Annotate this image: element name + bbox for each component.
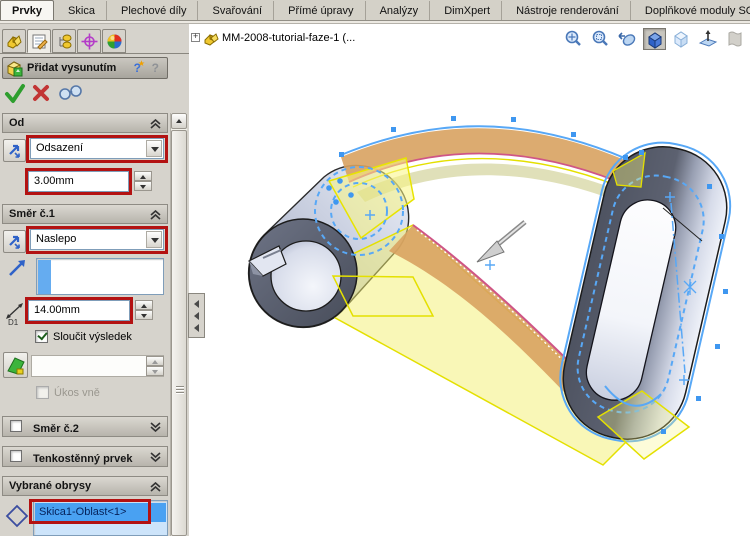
from-direction-button[interactable]: [3, 139, 26, 162]
section-label-from: Od: [9, 117, 25, 129]
previous-view-button[interactable]: [616, 28, 639, 50]
tab-nastroje-renderovani[interactable]: Nástroje renderování: [505, 1, 631, 20]
selected-contours-listbox[interactable]: Skica1-Oblast<1>: [33, 500, 168, 536]
depth-value-field[interactable]: 14.00mm: [28, 300, 130, 321]
section-view-button[interactable]: [697, 28, 720, 50]
contour-list-item[interactable]: Skica1-Oblast<1>: [35, 503, 166, 522]
spinner-up-icon[interactable]: [135, 300, 153, 310]
section-header-direction1[interactable]: Směr č.1: [2, 204, 168, 224]
part-icon: [203, 32, 220, 50]
collapse-left-icon: [194, 300, 199, 308]
depth-label: D1: [8, 318, 19, 327]
feature-manager-tab[interactable]: [2, 29, 26, 53]
tab-prime-upravy[interactable]: Přímé úpravy: [277, 1, 366, 20]
dimxpert-manager-tab[interactable]: [77, 29, 101, 53]
section-label-direction2: Směr č.2: [33, 423, 79, 435]
section-header-from[interactable]: Od: [2, 113, 168, 133]
collapse-icon[interactable]: [150, 119, 161, 129]
contour-select-icon: [5, 504, 29, 531]
spinner-down-icon: [146, 366, 164, 376]
help-star-icon: [138, 59, 145, 68]
collapse-icon[interactable]: [150, 210, 161, 220]
expand-icon[interactable]: [150, 422, 161, 432]
thin-feature-checkbox[interactable]: [10, 450, 22, 462]
scrollbar-grip: [176, 386, 184, 395]
heads-up-view-toolbar: [561, 28, 747, 52]
boss-extrude-icon: [6, 60, 24, 81]
configuration-manager-tab[interactable]: [52, 29, 76, 53]
sketch-cross: [485, 260, 495, 270]
display-style-button[interactable]: [670, 28, 693, 50]
merge-result-checkbox[interactable]: [35, 330, 48, 343]
section-label-selected-contours: Vybrané obrysy: [9, 480, 92, 492]
ribbon-tab-bar: Prvky Skica Plechové díly Svařování Přím…: [0, 0, 750, 21]
property-manager-actions: [0, 82, 168, 108]
direction-selection-listbox[interactable]: [36, 258, 164, 295]
collapse-left-icon: [194, 324, 199, 332]
realview-button: [724, 28, 747, 50]
dropdown-arrow-icon[interactable]: [146, 140, 162, 157]
end-condition-value: Naslepo: [36, 233, 77, 245]
tab-skica[interactable]: Skica: [57, 1, 107, 20]
model-3d-view[interactable]: [189, 24, 750, 536]
tab-doplnkove-moduly[interactable]: Doplňkové moduly SOLIDWO: [634, 1, 750, 20]
tab-analyzy[interactable]: Analýzy: [369, 1, 431, 20]
tree-expand-icon[interactable]: [191, 31, 200, 42]
tab-prvky[interactable]: Prvky: [0, 0, 54, 20]
spinner-down-icon[interactable]: [134, 181, 152, 191]
from-type-dropdown[interactable]: Odsazení: [30, 138, 164, 159]
help-icon[interactable]: [152, 61, 159, 75]
scrollbar-thumb[interactable]: [171, 130, 187, 536]
draft-angle-spinner: [146, 356, 164, 376]
scroll-up-button[interactable]: [171, 113, 187, 129]
view-orientation-button[interactable]: [642, 28, 666, 50]
section-label-direction1: Směr č.1: [9, 208, 55, 220]
section-header-thin-feature[interactable]: Tenkostěnný prvek: [2, 446, 168, 467]
manager-tabs-underline: [0, 53, 190, 54]
section-header-direction2[interactable]: Směr č.2: [2, 416, 168, 437]
drag-handle-arrow[interactable]: [476, 220, 527, 270]
section-header-selected-contours[interactable]: Vybrané obrysy: [2, 476, 168, 496]
draft-button[interactable]: [3, 352, 28, 378]
draft-outward-label: Úkos vně: [54, 387, 100, 399]
from-type-value: Odsazení: [36, 142, 84, 154]
panel-splitter-handle[interactable]: [188, 293, 205, 338]
spinner-down-icon[interactable]: [135, 310, 153, 320]
collapse-left-icon: [194, 312, 199, 320]
panel-scrollbar[interactable]: [170, 113, 187, 536]
display-manager-tab[interactable]: [102, 29, 126, 53]
dropdown-arrow-icon[interactable]: [146, 231, 162, 248]
direction2-checkbox[interactable]: [10, 420, 22, 432]
tab-svarovani[interactable]: Svařování: [202, 1, 275, 20]
spinner-up-icon: [146, 356, 164, 366]
section-label-thin-feature: Tenkostěnný prvek: [33, 453, 133, 465]
draft-outward-checkbox: [36, 386, 49, 399]
spinner-up-icon[interactable]: [134, 171, 152, 181]
cancel-button[interactable]: [32, 84, 50, 105]
tab-plechove-dily[interactable]: Plechové díly: [110, 1, 199, 20]
direction1-reverse-button[interactable]: [3, 230, 26, 253]
property-manager-tab[interactable]: [27, 29, 51, 53]
graphics-viewport[interactable]: MM-2008-tutorial-faze-1 (...: [189, 24, 750, 536]
end-condition-dropdown[interactable]: Naslepo: [30, 229, 164, 250]
zoom-to-fit-button[interactable]: [562, 28, 585, 50]
offset-distance-spinner[interactable]: [134, 171, 152, 192]
collapse-icon[interactable]: [150, 482, 161, 492]
direction-selection-highlight: [38, 260, 51, 294]
solidworks-window: Prvky Skica Plechové díly Svařování Přím…: [0, 0, 750, 536]
merge-result-label: Sloučit výsledek: [53, 331, 132, 343]
zoom-to-area-button[interactable]: [589, 28, 612, 50]
draft-angle-field: [31, 355, 164, 377]
feature-tree-item[interactable]: MM-2008-tutorial-faze-1 (...: [222, 32, 355, 44]
tab-dimxpert[interactable]: DimXpert: [433, 1, 503, 20]
offset-distance-field[interactable]: 3.00mm: [28, 171, 129, 192]
ok-button[interactable]: [4, 82, 26, 107]
expand-icon[interactable]: [150, 452, 161, 462]
depth-value-spinner[interactable]: [135, 300, 153, 321]
property-manager-panel: Přidat vysunutím Od Odsazení 3.00mm: [0, 24, 190, 536]
extrude-direction-icon: [7, 258, 27, 281]
detailed-preview-button[interactable]: [58, 84, 84, 105]
property-manager-titlebar: Přidat vysunutím: [2, 57, 168, 79]
panel-title: Přidat vysunutím: [27, 62, 117, 74]
